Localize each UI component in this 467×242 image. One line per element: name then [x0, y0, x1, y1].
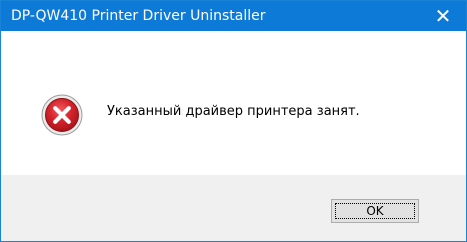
dialog-window: DP-QW410 Printer Driver Uninstaller ✕ Ук… — [0, 0, 467, 242]
ok-button[interactable]: OK — [331, 199, 419, 223]
title-bar[interactable]: DP-QW410 Printer Driver Uninstaller ✕ — [1, 1, 466, 31]
button-bar: OK — [1, 175, 466, 241]
window-title: DP-QW410 Printer Driver Uninstaller — [11, 8, 266, 24]
close-button[interactable]: ✕ — [420, 1, 466, 31]
dialog-content: Указанный драйвер принтера занят. — [1, 31, 466, 175]
error-icon — [41, 94, 83, 136]
error-message: Указанный драйвер принтера занят. — [107, 104, 360, 119]
